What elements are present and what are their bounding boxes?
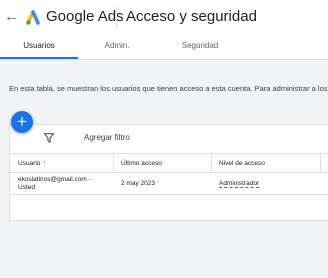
user-email: ekoslatinos@gmail.com - <box>18 176 91 183</box>
tab-label: Admin. <box>104 41 130 50</box>
tab-label: Usuarios <box>23 41 55 50</box>
add-filter-button[interactable]: Agregar filtro <box>84 133 130 143</box>
column-header-label: Nivel de acceso <box>219 160 265 167</box>
active-tab-indicator <box>0 57 78 59</box>
access-level-cell[interactable]: Administrador <box>211 180 260 188</box>
column-header-next[interactable]: N <box>320 154 328 173</box>
tab-bar: Usuarios Admin. Seguridad <box>0 35 328 60</box>
column-header-nivel-de-acceso[interactable]: Nivel de acceso <box>211 154 320 173</box>
tab-seguridad[interactable]: Seguridad <box>156 35 244 59</box>
google-ads-logo-icon <box>26 10 40 25</box>
top-app-bar: ← Google Ads Acceso y seguridad <box>0 0 328 35</box>
column-header-label: Último acceso <box>121 160 162 167</box>
access-level-dropdown[interactable]: Administrador <box>219 180 260 188</box>
filter-icon[interactable] <box>44 133 54 143</box>
back-arrow-icon[interactable]: ← <box>4 8 19 26</box>
users-table-card: Agregar filtro Usuario ↑ Último acceso Ni… <box>9 124 328 221</box>
table-row[interactable]: ekoslatinos@gmail.com - Usted 2 may 2023… <box>10 173 328 195</box>
page-title: Acceso y seguridad <box>126 8 257 25</box>
plus-icon: + <box>17 112 27 131</box>
table-description: En esta tabla, se muestran los usuarios … <box>9 84 328 93</box>
add-user-button[interactable]: + <box>11 111 33 133</box>
user-email-cell: ekoslatinos@gmail.com - Usted <box>10 176 113 192</box>
brand-name[interactable]: Google Ads <box>46 8 124 26</box>
last-access-cell: 2 may 2023 <box>121 180 155 187</box>
column-header-usuario[interactable]: Usuario ↑ <box>10 154 113 173</box>
user-self-label: Usted <box>18 184 35 191</box>
column-header-label: Usuario <box>18 160 41 167</box>
header-divider <box>116 7 117 28</box>
tab-usuarios[interactable]: Usuarios <box>0 35 78 59</box>
table-header: Usuario↑ Último acceso Nivel de acceso N <box>10 153 328 173</box>
tab-admin[interactable]: Admin. <box>78 35 156 59</box>
column-header-ultimo-acceso[interactable]: Último acceso <box>113 154 211 173</box>
tab-label: Seguridad <box>181 41 219 50</box>
sort-ascending-icon[interactable]: ↑ <box>42 160 46 167</box>
